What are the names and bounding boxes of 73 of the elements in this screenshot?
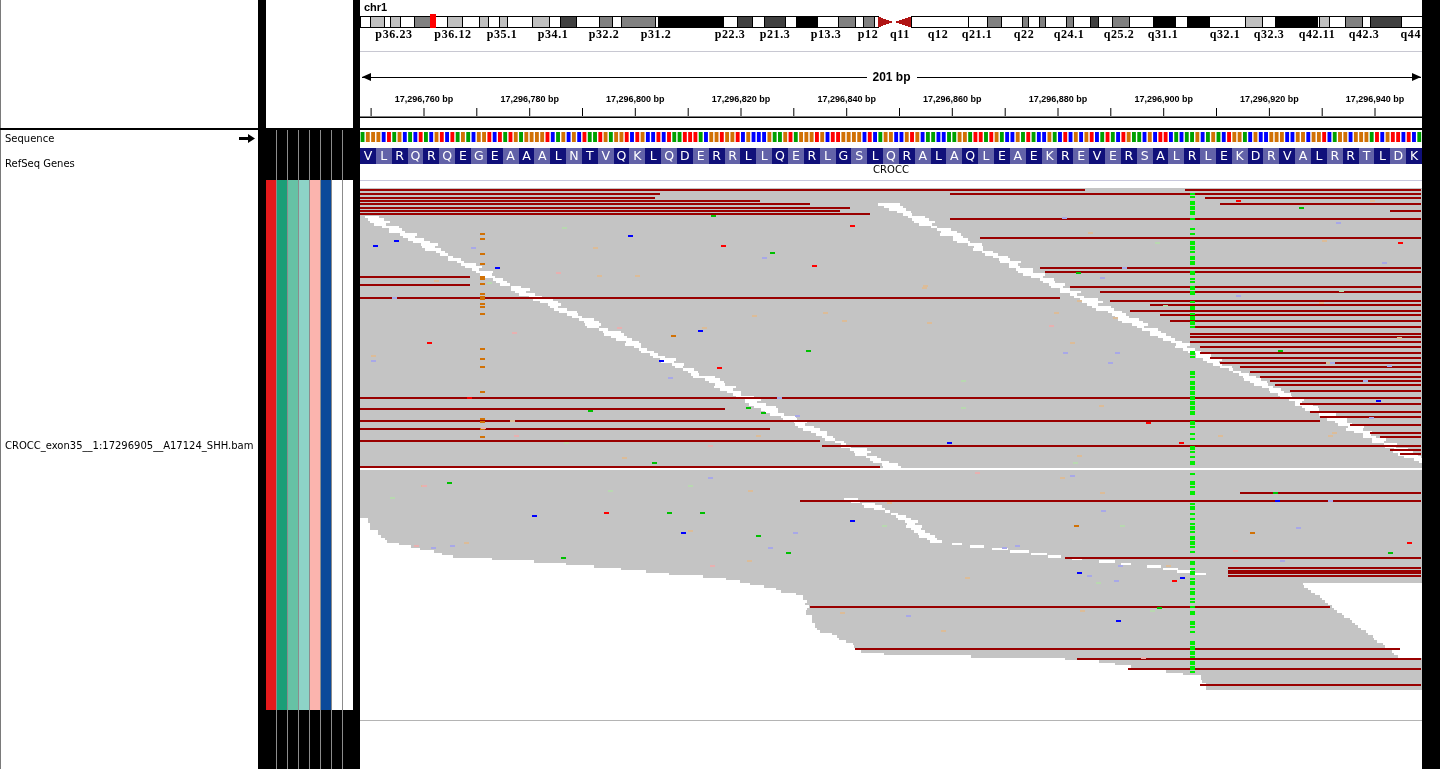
amino-acid-cell: L xyxy=(1374,148,1391,164)
amino-acid-cell: D xyxy=(677,148,693,164)
amino-acid-cell: V xyxy=(360,148,376,164)
ruler-tick-label: 17,296,820 bp xyxy=(711,93,771,105)
band-label: p31.2 xyxy=(640,28,672,40)
band-label: q22 xyxy=(1013,28,1035,40)
amino-acid-cell: L xyxy=(1168,148,1185,164)
band-label: q32.1 xyxy=(1209,28,1241,40)
span-label: 201 bp xyxy=(872,70,911,84)
amino-acid-cell: E xyxy=(455,148,471,164)
amino-acid-cell: Q xyxy=(962,148,979,164)
ruler-tick-label: 17,296,800 bp xyxy=(606,93,665,105)
amino-acid-cell: R xyxy=(1057,148,1074,164)
band-label: q44 xyxy=(1400,28,1421,40)
band-label: p36.12 xyxy=(434,28,472,40)
amino-acid-cell: R xyxy=(1184,148,1201,164)
amino-acid-cell: V xyxy=(1279,148,1296,164)
band-label: q21.1 xyxy=(961,28,993,40)
band-label: q31.1 xyxy=(1147,28,1179,40)
band-label: q42.11 xyxy=(1298,28,1336,40)
amino-acid-cell: N xyxy=(566,148,582,164)
amino-acid-cell: L xyxy=(867,148,884,164)
strand-arrow-icon[interactable] xyxy=(239,134,255,143)
band-label: p22.3 xyxy=(714,28,746,40)
amino-acid-cell: Q xyxy=(883,148,899,164)
ruler-tick-label: 17,296,840 bp xyxy=(817,93,876,105)
band-label: p35.1 xyxy=(486,28,518,40)
amino-acid-cell: L xyxy=(1311,148,1327,164)
band-label: q32.3 xyxy=(1253,28,1285,40)
amino-acid-cell: R xyxy=(1263,148,1280,164)
band-label: p13.3 xyxy=(810,28,842,40)
ruler-tick-label: 17,296,920 bp xyxy=(1240,93,1299,105)
amino-acid-cell: A xyxy=(534,148,551,164)
amino-acid-cell: L xyxy=(740,148,757,164)
amino-acid-cell: L xyxy=(550,148,567,164)
band-label: q42.3 xyxy=(1348,28,1380,40)
amino-acid-cell: L xyxy=(756,148,773,164)
band-label: p36.23 xyxy=(375,28,413,40)
amino-acid-cell: R xyxy=(423,148,440,164)
ruler-tick-label: 17,296,860 bp xyxy=(923,93,982,105)
ruler-tick-label: 17,296,900 bp xyxy=(1134,93,1193,105)
amino-acid-cell: S xyxy=(851,148,868,164)
amino-acid-cell: K xyxy=(1406,148,1422,164)
track-name[interactable]: Sequence xyxy=(5,132,55,145)
ruler-tick-label: 17,296,760 bp xyxy=(394,93,454,105)
amino-acid-cell: L xyxy=(978,148,994,164)
amino-acid-cell: L xyxy=(1200,148,1216,164)
amino-acid-cell: V xyxy=(1089,148,1105,164)
track-name[interactable]: RefSeq Genes xyxy=(5,157,75,170)
band-label: q12 xyxy=(927,28,949,40)
band-label: p32.2 xyxy=(588,28,620,40)
track-name[interactable]: CROCC_exon35__1:17296905__A17124_SHH.bam xyxy=(5,439,254,452)
chromosome-name: chr1 xyxy=(364,1,388,13)
ruler-tick-label: 17,296,780 bp xyxy=(500,93,559,105)
amino-acid-cell: E xyxy=(994,148,1010,164)
band-label: p12 xyxy=(857,28,879,40)
band-label: p34.1 xyxy=(537,28,569,40)
band-label: q24.1 xyxy=(1053,28,1085,40)
amino-acid-cell: D xyxy=(1390,148,1407,164)
ruler-tick-label: 17,296,880 bp xyxy=(1028,93,1088,105)
gene-name: CROCC xyxy=(873,164,909,176)
amino-acid-cell: Q xyxy=(772,148,788,164)
amino-acid-cell: A xyxy=(1295,148,1312,164)
band-label: q11 xyxy=(890,28,910,40)
amino-acid-cell: L xyxy=(645,148,662,164)
ruler-tick-label: 17,296,940 bp xyxy=(1345,93,1405,105)
amino-acid-cell: K xyxy=(629,148,646,164)
amino-acid-cell: E xyxy=(1073,148,1090,164)
amino-acid-cell: A xyxy=(946,148,963,164)
band-label: q25.2 xyxy=(1103,28,1135,40)
amino-acid-cell: Q xyxy=(439,148,456,164)
amino-acid-cell: Q xyxy=(661,148,677,164)
band-label: p21.3 xyxy=(759,28,791,40)
